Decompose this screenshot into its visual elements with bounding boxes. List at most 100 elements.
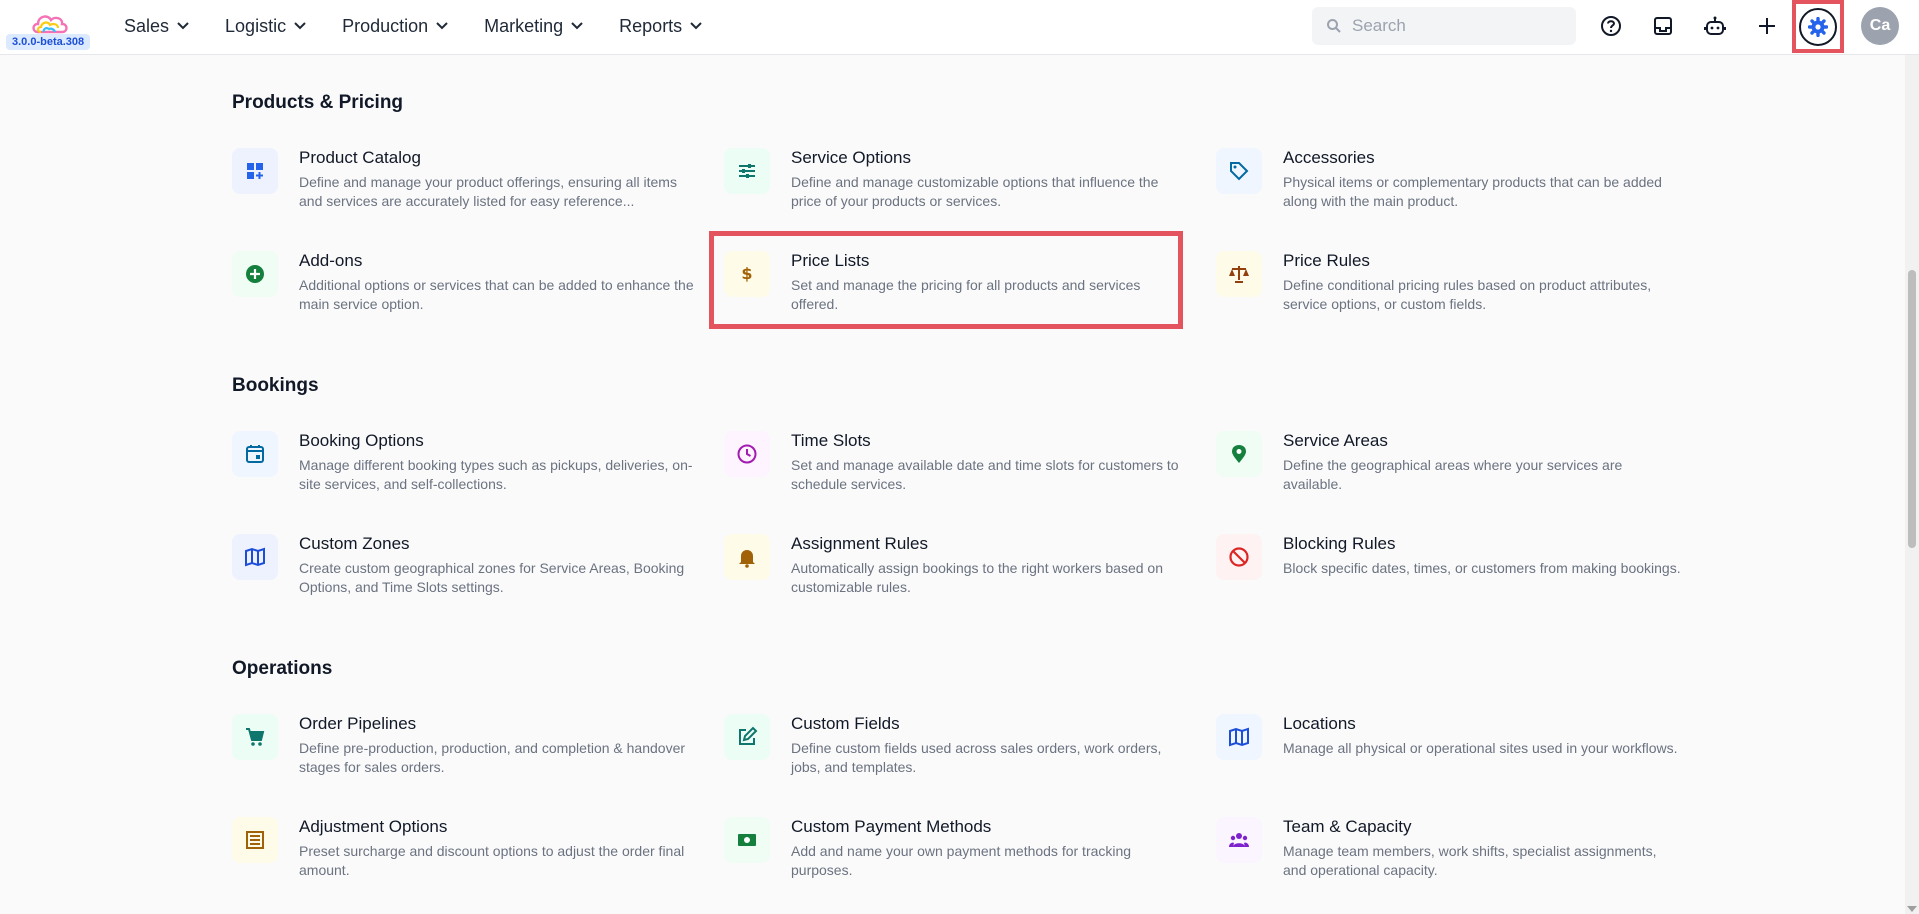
scrollbar[interactable] [1905,55,1919,914]
search-box[interactable] [1312,7,1576,45]
card-icon-tile [724,714,770,760]
card-icon-tile [232,817,278,863]
card-description: Manage all physical or operational sites… [1283,740,1678,756]
section-title-operations: Operations [232,658,333,679]
card-icon-tile [1216,817,1262,863]
search-input[interactable] [1352,16,1552,36]
team-icon [1229,833,1249,847]
card-icon-tile [1216,431,1262,477]
nav-logistic[interactable]: Logistic [225,16,306,37]
card-icon-tile [724,148,770,194]
settings-circle [1799,7,1837,46]
settings-card-service-areas[interactable]: Service Areas Define the geographical ar… [1216,431,1676,509]
settings-card-assignment-rules[interactable]: Assignment Rules Automatically assign bo… [724,534,1184,612]
settings-button[interactable] [1792,0,1844,53]
section-title-bookings: Bookings [232,375,319,396]
card-description: Define and manage customizable options t… [791,174,1159,209]
card-icon-tile [1216,148,1262,194]
avatar[interactable]: Ca [1861,7,1899,45]
card-title: Service Areas [1283,431,1388,450]
settings-card-custom-payment-methods[interactable]: Custom Payment Methods Add and name your… [724,817,1184,895]
card-description: Additional options or services that can … [299,277,694,312]
edit-square-icon [739,726,758,745]
cash-icon [738,834,756,846]
settings-card-add-ons[interactable]: Add-ons Additional options or services t… [232,251,694,329]
scroll-down-arrow[interactable] [1907,906,1917,912]
settings-card-price-rules[interactable]: Price Rules Define conditional pricing r… [1216,251,1676,329]
card-description: Define pre-production, production, and c… [299,740,686,775]
add-button[interactable] [1752,11,1782,41]
settings-card-team-and-capacity[interactable]: Team & Capacity Manage team members, wor… [1216,817,1676,895]
card-description: Manage different booking types such as p… [299,457,693,492]
plus-circle-icon [246,265,264,283]
card-title: Assignment Rules [791,534,929,553]
card-title: Booking Options [299,431,424,450]
card-title: Product Catalog [299,148,421,167]
robot-icon [1704,16,1726,35]
card-icon-tile [232,251,278,297]
settings-card-booking-options[interactable]: Booking Options Manage different booking… [232,431,693,509]
main-nav: Sales Logistic Production Marketing Repo… [124,0,738,52]
settings-card-order-pipelines[interactable]: Order Pipelines Define pre-production, p… [232,714,692,792]
settings-card-custom-zones[interactable]: Custom Zones Create custom geographical … [232,534,692,612]
card-description: Preset surcharge and discount options to… [299,843,685,878]
card-icon-tile [232,148,278,194]
app-logo-icon[interactable] [30,10,70,36]
card-icon-tile [232,714,278,760]
card-title: Custom Zones [299,534,410,553]
map-pin-icon [1232,445,1246,463]
nav-label: Sales [124,15,170,36]
cart-icon [246,728,265,746]
card-icon-tile [724,534,770,580]
card-description: Define and manage your product offerings… [299,174,677,209]
card-icon-tile [232,534,278,580]
map-icon [245,547,265,567]
nav-reports[interactable]: Reports [619,16,702,37]
card-title: Order Pipelines [299,714,417,733]
block-icon [1229,547,1249,567]
settings-card-custom-fields[interactable]: Custom Fields Define custom fields used … [724,714,1184,792]
nav-sales[interactable]: Sales [124,16,189,37]
nav-label: Marketing [484,15,564,36]
card-title: Blocking Rules [1283,534,1396,553]
scroll-thumb[interactable] [1908,270,1916,548]
plus-icon [1759,18,1775,34]
assistant-button[interactable] [1700,11,1730,41]
chevron-down-icon [436,22,448,30]
nav-marketing[interactable]: Marketing [484,16,583,37]
sliders-icon [739,164,755,178]
card-title: Time Slots [791,431,871,450]
top-bar: 3.0.0-beta.308 Sales Logistic Production… [0,0,1919,55]
nav-label: Production [342,15,429,36]
chevron-down-icon [690,22,702,30]
card-description: Define custom fields used across sales o… [791,740,1162,775]
inbox-button[interactable] [1648,11,1678,41]
calendar-icon [246,445,264,463]
settings-card-adjustment-options[interactable]: Adjustment Options Preset surcharge and … [232,817,692,895]
nav-production[interactable]: Production [342,16,448,37]
card-description: Physical items or complementary products… [1283,174,1662,209]
card-title: Service Options [791,148,911,167]
card-icon-tile [724,431,770,477]
card-title: Team & Capacity [1283,817,1412,836]
card-icon-tile [1216,714,1262,760]
grid-plus-icon [247,163,263,179]
chevron-down-icon [177,22,189,30]
settings-card-time-slots[interactable]: Time Slots Set and manage available date… [724,431,1184,509]
card-title: Add-ons [299,251,363,270]
nav-label: Logistic [225,15,287,36]
section-title-products-pricing: Products & Pricing [232,92,404,113]
settings-card-service-options[interactable]: Service Options Define and manage custom… [724,148,1184,226]
card-title: Custom Payment Methods [791,817,992,836]
tag-icon [1230,162,1249,181]
settings-card-locations[interactable]: Locations Manage all physical or operati… [1216,714,1678,792]
settings-card-product-catalog[interactable]: Product Catalog Define and manage your p… [232,148,692,226]
settings-card-accessories[interactable]: Accessories Physical items or complement… [1216,148,1676,226]
card-title: Accessories [1283,148,1375,167]
chevron-down-icon [571,22,583,30]
card-description: Create custom geographical zones for Ser… [299,560,685,595]
inbox-icon [1654,17,1672,35]
help-button[interactable] [1596,11,1626,41]
settings-card-blocking-rules[interactable]: Blocking Rules Block specific dates, tim… [1216,534,1681,612]
map-icon [1229,727,1249,747]
